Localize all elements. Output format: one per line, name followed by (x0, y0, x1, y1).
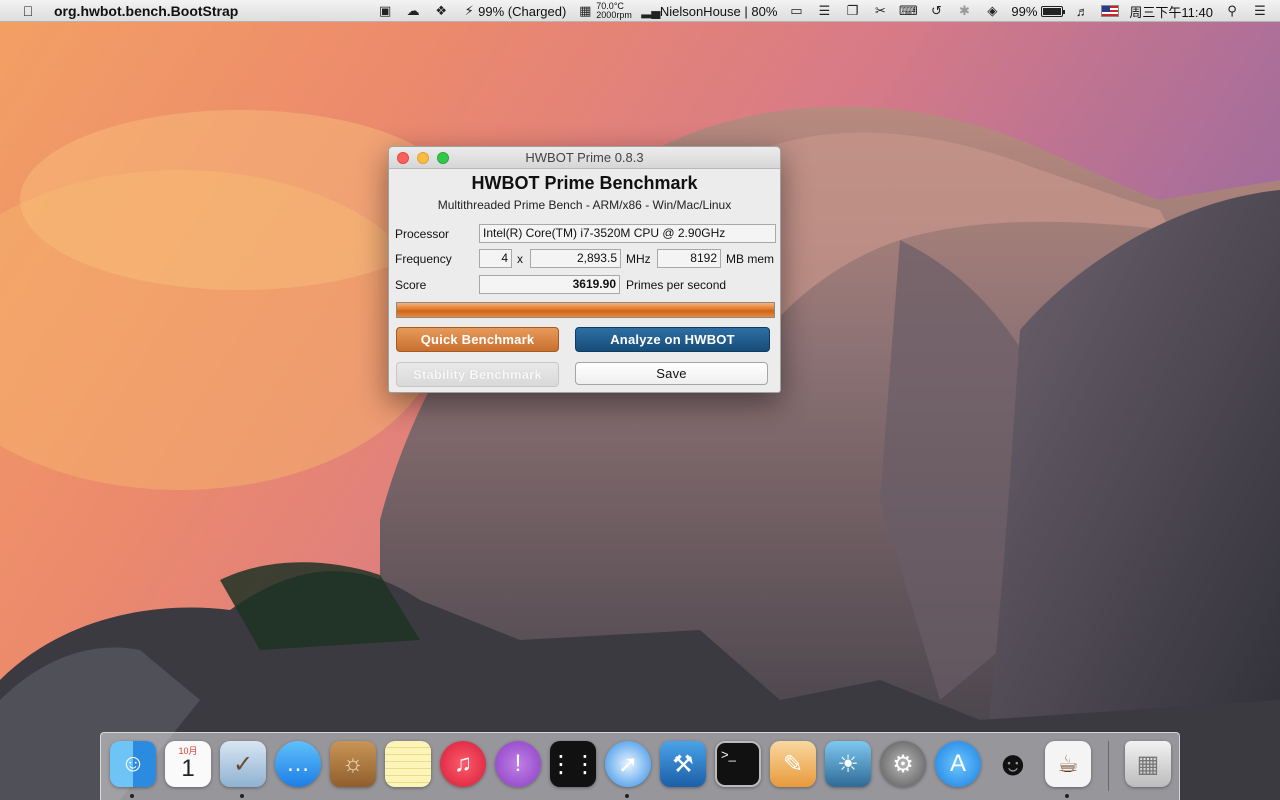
calendar-day: 1 (181, 755, 195, 782)
iphoto-icon[interactable]: ☀ (825, 741, 871, 787)
frequency-label: Frequency (395, 252, 452, 266)
finder-icon[interactable]: ☺ (110, 741, 156, 787)
xcode-icon[interactable]: ⚒ (660, 741, 706, 787)
times-label: x (517, 252, 523, 266)
keyboard-icon[interactable]: ⌨ (894, 0, 922, 22)
safari-running-dot (625, 794, 629, 798)
benchmark-progress-bar (396, 302, 775, 318)
quick-benchmark-button[interactable]: Quick Benchmark (396, 327, 559, 352)
save-button[interactable]: Save (575, 362, 768, 385)
bluetooth-icon[interactable]: ✱ (950, 0, 978, 22)
clock-text[interactable]: 周三下午11:40 (1124, 0, 1218, 22)
frequency-field[interactable]: 2,893.5 (530, 249, 621, 268)
puzzle-icon[interactable]: ❖ (427, 0, 455, 22)
app-store-icon[interactable]: A (935, 741, 981, 787)
score-row: Score 3619.90 Primes per second (389, 275, 780, 295)
java-icon[interactable]: ☕ (1045, 741, 1091, 787)
contacts-icon[interactable]: ☼ (330, 741, 376, 787)
time-machine-icon[interactable]: ↺ (922, 0, 950, 22)
pages-icon[interactable]: ✎ (770, 741, 816, 787)
apple-menu-icon[interactable]:  (18, 3, 38, 19)
zoom-window-button[interactable] (437, 152, 449, 164)
terminal-icon[interactable]: >_ (715, 741, 761, 787)
fan-speed-text: 2000rpm (596, 10, 632, 20)
system-preferences-icon[interactable]: ⚙ (880, 741, 926, 787)
wifi-icon[interactable]: ◈ (978, 0, 1006, 22)
window-copy-icon[interactable]: ❐ (838, 0, 866, 22)
menu-bar-extras: ▣ ☁ ❖ ⚡ 99% (Charged) ▦ 70.0°C 2000rpm ▂… (371, 0, 1280, 22)
input-source-item[interactable] (1096, 0, 1124, 22)
battery-status-item[interactable]: ⚡ 99% (Charged) (455, 0, 571, 22)
analyze-on-hwbot-button[interactable]: Analyze on HWBOT (575, 327, 770, 352)
processor-row: Processor Intel(R) Core(TM) i7-3520M CPU… (389, 224, 780, 244)
notes-icon[interactable] (385, 741, 431, 787)
cpu-icon: ▦ (579, 3, 592, 18)
us-flag-icon (1101, 5, 1120, 17)
app-subtitle: Multithreaded Prime Bench - ARM/x86 - Wi… (437, 198, 732, 212)
app-heading: HWBOT Prime Benchmark (471, 173, 698, 193)
trash-icon[interactable]: ▦ (1125, 741, 1171, 787)
power-icon: ⚡ (464, 3, 474, 18)
network-name-text: NielsonHouse | 80% (659, 3, 778, 19)
layers-icon[interactable]: ☰ (810, 0, 838, 22)
progress-fill (397, 303, 774, 317)
battery-percent-text: 99% (1011, 3, 1038, 19)
scissors-icon[interactable]: ✂ (866, 0, 894, 22)
dock-separator (1108, 741, 1109, 791)
dock: ☺ 10月 1 ✓ … ☼ ♫ ! ⋮⋮ ➚ ⚒ >_ ✎ ☀ ⚙ A ☻ ☕ … (100, 732, 1180, 800)
mail-running-dot (240, 794, 244, 798)
calendar-icon[interactable]: 10月 1 (165, 741, 211, 787)
score-label: Score (395, 278, 427, 292)
desktop-wallpaper (0, 0, 1280, 800)
memory-field[interactable]: 8192 (657, 249, 721, 268)
display-icon[interactable]: ▭ (782, 0, 810, 22)
temperature-item[interactable]: ▦ 70.0°C 2000rpm (571, 0, 637, 22)
minimize-window-button[interactable] (417, 152, 429, 164)
messages-icon[interactable]: … (275, 741, 321, 787)
network-item[interactable]: ▂▄ NielsonHouse | 80% (637, 0, 783, 22)
screen-menu-icon[interactable]: ▣ (371, 0, 399, 22)
battery-icon (1041, 5, 1066, 17)
score-unit-label: Primes per second (626, 278, 727, 292)
cloud-sync-icon[interactable]: ☁ (399, 0, 427, 22)
battery-item[interactable]: 99% (1006, 0, 1068, 22)
close-window-button[interactable] (397, 152, 409, 164)
java-running-dot (1065, 794, 1069, 798)
processor-field[interactable]: Intel(R) Core(TM) i7-3520M CPU @ 2.90GHz (479, 224, 776, 243)
battery-status-text: 99% (Charged) (478, 3, 567, 19)
memory-unit-label: MB mem (726, 252, 774, 266)
hwbot-window: HWBOT Prime 0.8.3 HWBOT Prime Benchmark … (388, 146, 781, 393)
menu-bar:  org.hwbot.bench.BootStrap ▣ ☁ ❖ ⚡ 99% … (0, 0, 1280, 22)
feedback-icon[interactable]: ! (495, 741, 541, 787)
app-menu-name[interactable]: org.hwbot.bench.BootStrap (54, 3, 238, 19)
mail-icon[interactable]: ✓ (220, 741, 266, 787)
blackberry-icon[interactable]: ⋮⋮ (549, 741, 597, 787)
safari-icon[interactable]: ➚ (605, 741, 651, 787)
volume-icon[interactable]: ♬ (1068, 0, 1096, 22)
window-titlebar[interactable]: HWBOT Prime 0.8.3 (389, 147, 780, 169)
itunes-icon[interactable]: ♫ (440, 741, 486, 787)
cores-field[interactable]: 4 (479, 249, 512, 268)
finder-running-dot (130, 794, 134, 798)
qq-icon[interactable]: ☻ (990, 741, 1036, 787)
signal-bars-icon: ▂▄ (641, 3, 661, 18)
frequency-row: Frequency 4 x 2,893.5 MHz 8192 MB mem (389, 249, 780, 269)
mhz-label: MHz (626, 252, 651, 266)
score-field[interactable]: 3619.90 (479, 275, 620, 294)
processor-label: Processor (395, 227, 450, 241)
notification-center-icon[interactable]: ☰ (1246, 0, 1274, 22)
spotlight-search-icon[interactable]: ⚲ (1218, 0, 1246, 22)
stability-benchmark-button[interactable]: Stability Benchmark (396, 362, 559, 387)
